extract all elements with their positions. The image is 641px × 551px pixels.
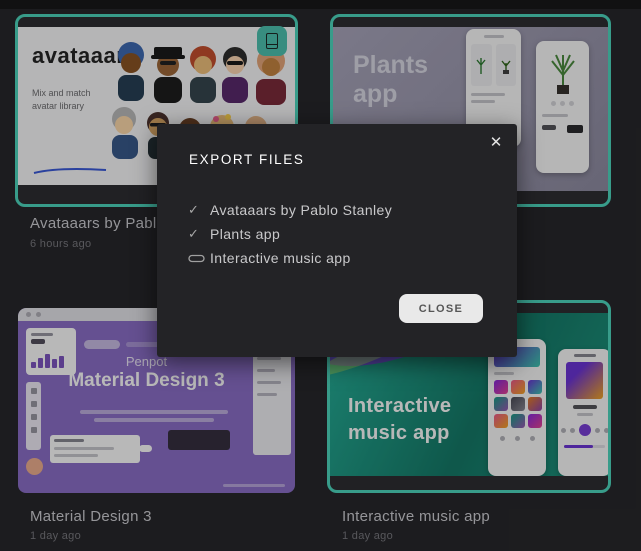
export-item: ✓ Plants app xyxy=(188,222,392,246)
check-icon: ✓ xyxy=(188,202,210,218)
close-icon[interactable]: ✕ xyxy=(485,132,507,154)
export-item: ✓ Avataaars by Pablo Stanley xyxy=(188,198,392,222)
check-icon: ✓ xyxy=(188,226,210,242)
loading-pill-icon xyxy=(188,254,210,263)
export-files-dialog: ✕ EXPORT FILES ✓ Avataaars by Pablo Stan… xyxy=(157,124,517,357)
export-item: Interactive music app xyxy=(188,246,392,270)
export-item-list: ✓ Avataaars by Pablo Stanley ✓ Plants ap… xyxy=(188,198,392,270)
close-button[interactable]: CLOSE xyxy=(399,294,483,323)
dialog-title: EXPORT FILES xyxy=(189,152,305,167)
